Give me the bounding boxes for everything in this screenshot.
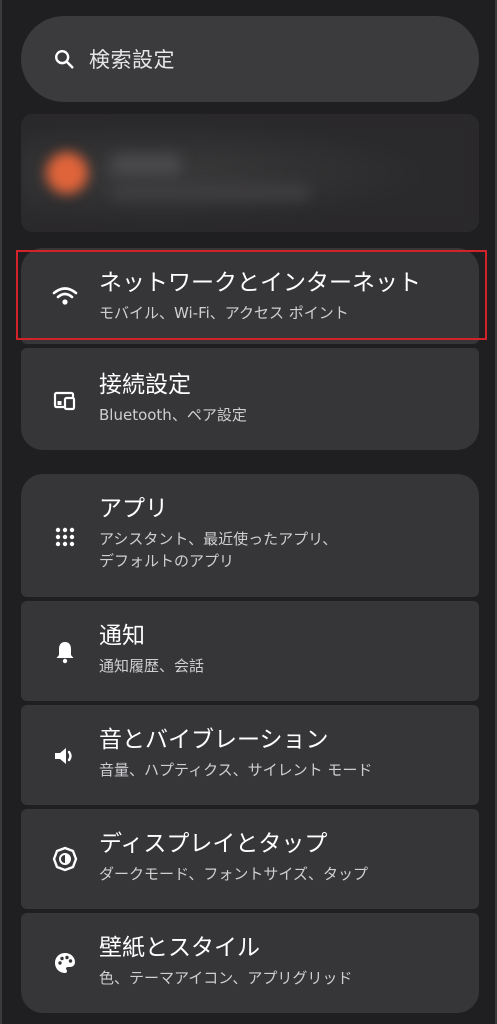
apps-title: アプリ (99, 496, 168, 522)
palette-icon (52, 950, 78, 976)
network-title: ネットワークとインターネット (99, 270, 421, 296)
search-icon (55, 50, 74, 69)
settings-item-apps[interactable]: アプリ アシスタント、最近使ったアプリ、 デフォルトのアプリ (21, 474, 479, 597)
search-placeholder: 検索設定 (89, 48, 175, 72)
wallpaper-title: 壁紙とスタイル (99, 935, 260, 961)
search-bar[interactable]: 検索設定 (21, 16, 479, 102)
connected-devices-subtitle: Bluetooth、ペア設定 (99, 406, 247, 424)
settings-screen: 検索設定 ネットワークとインターネット モバイル、Wi-Fi、アクセス ポイント (0, 0, 497, 1024)
display-subtitle: ダークモード、フォントサイズ、タップ (99, 865, 368, 883)
wifi-icon (52, 283, 78, 309)
network-subtitle: モバイル、Wi-Fi、アクセス ポイント (99, 304, 349, 322)
notifications-subtitle: 通知履歴、会話 (99, 657, 205, 675)
connected-devices-icon (52, 388, 78, 414)
account-card[interactable] (21, 114, 479, 232)
apps-grid-icon (52, 524, 78, 550)
apps-subtitle-line-2: デフォルトのアプリ (99, 552, 235, 570)
settings-item-wallpaper[interactable]: 壁紙とスタイル 色、テーマアイコン、アプリグリッド (21, 913, 479, 1013)
apps-subtitle: アシスタント、最近使ったアプリ、 デフォルトのアプリ (99, 528, 467, 572)
display-title: ディスプレイとタップ (99, 831, 328, 857)
speaker-icon (52, 743, 78, 769)
settings-item-notifications[interactable]: 通知 通知履歴、会話 (21, 601, 479, 701)
settings-item-sound[interactable]: 音とバイブレーション 音量、ハプティクス、サイレント モード (21, 705, 479, 805)
account-blur-background (21, 114, 479, 232)
notifications-title: 通知 (99, 623, 145, 649)
connected-devices-title: 接続設定 (99, 372, 191, 398)
sound-title: 音とバイブレーション (99, 727, 329, 753)
bell-icon (52, 639, 78, 665)
avatar (46, 152, 88, 194)
settings-item-display[interactable]: ディスプレイとタップ ダークモード、フォントサイズ、タップ (21, 809, 479, 909)
account-name-blurred (111, 154, 181, 176)
account-detail-blurred (111, 184, 311, 200)
wallpaper-subtitle: 色、テーマアイコン、アプリグリッド (99, 969, 353, 987)
brightness-icon (52, 846, 78, 872)
settings-item-connected-devices[interactable]: 接続設定 Bluetooth、ペア設定 (21, 348, 479, 450)
apps-subtitle-line-1: アシスタント、最近使ったアプリ、 (99, 530, 338, 548)
sound-subtitle: 音量、ハプティクス、サイレント モード (99, 761, 373, 779)
settings-item-network[interactable]: ネットワークとインターネット モバイル、Wi-Fi、アクセス ポイント (21, 248, 479, 344)
